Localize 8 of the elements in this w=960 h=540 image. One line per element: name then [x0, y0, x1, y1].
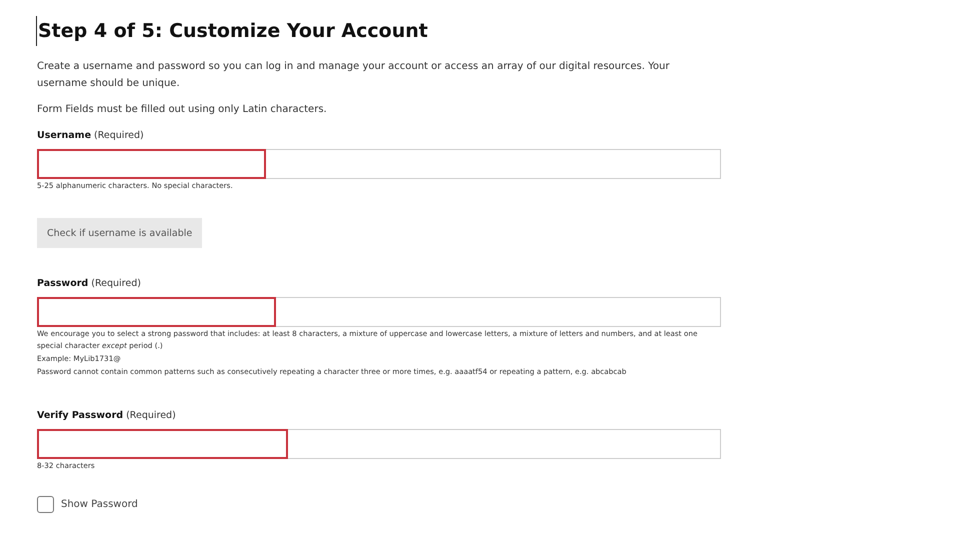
field-label: Verify Password (Required) [37, 410, 177, 421]
page-title: Step 4 of 5: Customize Your Account [36, 16, 428, 46]
checkbox[interactable] [37, 496, 54, 513]
field-label: Password (Required) [37, 278, 142, 289]
checkbox-label[interactable]: Show Password [61, 499, 138, 510]
intro-text: Form Fields must be filled out using only Latin characters. [37, 103, 328, 117]
field-label: Username (Required) [37, 130, 145, 141]
intro-text: Create a username and password so you can log in and manage your account or access an array of our digital resources. Your username should be unique. [37, 60, 670, 91]
